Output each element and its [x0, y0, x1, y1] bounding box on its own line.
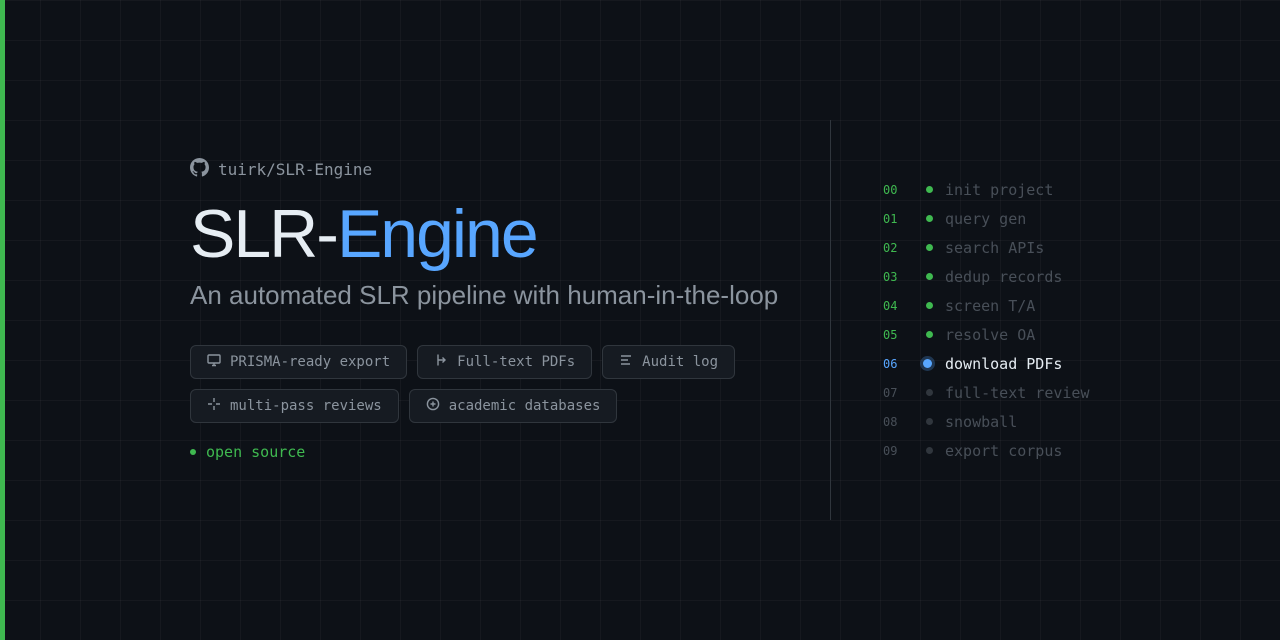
step-number: 08 [883, 414, 898, 429]
step-snowball: 08 snowball [883, 407, 1090, 436]
step-label: snowball [945, 412, 1018, 431]
tag-audit-log: Audit log [602, 345, 736, 379]
tag-label: Full-text PDFs [457, 354, 576, 370]
step-label: query gen [945, 209, 1027, 228]
list-icon [619, 353, 642, 371]
step-status-dot [926, 186, 933, 193]
vertical-divider [830, 120, 831, 520]
step-init-project: 00 init project [883, 175, 1090, 204]
step-number: 05 [883, 327, 898, 342]
step-status-dot [926, 418, 933, 425]
pipeline-steps: 00 init project 01 query gen 02 search A… [883, 175, 1090, 465]
step-status-dot [926, 331, 933, 338]
title-part-2: Engine [336, 196, 539, 272]
step-status-dot [926, 215, 933, 222]
step-label: screen T/A [945, 296, 1036, 315]
tag-label: multi-pass reviews [230, 398, 382, 414]
badge-label: open source [206, 443, 306, 461]
hero-section: tuirk/SLR-Engine SLR-Engine An automated… [190, 157, 810, 461]
tag-prisma-export: PRISMA-ready export [190, 345, 408, 379]
title-part-1: SLR- [190, 196, 339, 272]
plus-circle-icon [426, 397, 449, 415]
step-label: search APIs [945, 238, 1045, 257]
step-export-corpus: 09 export corpus [883, 436, 1090, 465]
page-title: SLR-Engine [190, 198, 810, 270]
step-dedup-records: 03 dedup records [883, 262, 1090, 291]
step-number: 07 [883, 385, 898, 400]
step-number: 01 [883, 211, 898, 226]
step-number: 09 [883, 443, 898, 458]
repo-link[interactable]: tuirk/SLR-Engine [190, 157, 810, 181]
step-number: 00 [883, 182, 898, 197]
step-label: export corpus [945, 441, 1063, 460]
step-label: full-text review [945, 383, 1090, 402]
tag-label: PRISMA-ready export [230, 354, 391, 370]
tag-label: academic databases [448, 398, 601, 414]
step-number: 06 [883, 356, 898, 371]
sparkle-icon [207, 397, 230, 415]
step-download-pdfs: 06 download PDFs [883, 349, 1090, 378]
step-status-dot [926, 447, 933, 454]
step-query-gen: 01 query gen [883, 204, 1090, 233]
branch-arrow-icon [434, 353, 457, 371]
step-status-dot [926, 244, 933, 251]
page-subtitle: An automated SLR pipeline with human-in-… [190, 280, 779, 310]
monitor-icon [207, 353, 230, 371]
feature-tags: PRISMA-ready export Full-text PDFs Audit… [190, 345, 790, 423]
step-screen-ta: 04 screen T/A [883, 291, 1090, 320]
github-icon [190, 157, 218, 181]
step-status-dot [926, 273, 933, 280]
tag-label: Audit log [642, 354, 719, 370]
step-number: 03 [883, 269, 898, 284]
tag-multipass-reviews: multi-pass reviews [190, 389, 399, 423]
step-number: 04 [883, 298, 898, 313]
step-status-dot [926, 302, 933, 309]
step-label: download PDFs [945, 354, 1063, 373]
step-search-apis: 02 search APIs [883, 233, 1090, 262]
step-status-dot [923, 359, 932, 368]
open-source-badge: open source [190, 443, 810, 461]
status-dot [190, 449, 196, 455]
tag-fulltext-pdfs: Full-text PDFs [417, 345, 593, 379]
step-label: dedup records [945, 267, 1063, 286]
step-label: resolve OA [945, 325, 1036, 344]
step-fulltext-review: 07 full-text review [883, 378, 1090, 407]
repo-name: tuirk/SLR-Engine [218, 159, 373, 179]
step-status-dot [926, 389, 933, 396]
tag-academic-databases: academic databases [408, 389, 618, 423]
step-number: 02 [883, 240, 898, 255]
accent-bar [0, 0, 5, 640]
step-label: init project [945, 180, 1054, 199]
step-resolve-oa: 05 resolve OA [883, 320, 1090, 349]
